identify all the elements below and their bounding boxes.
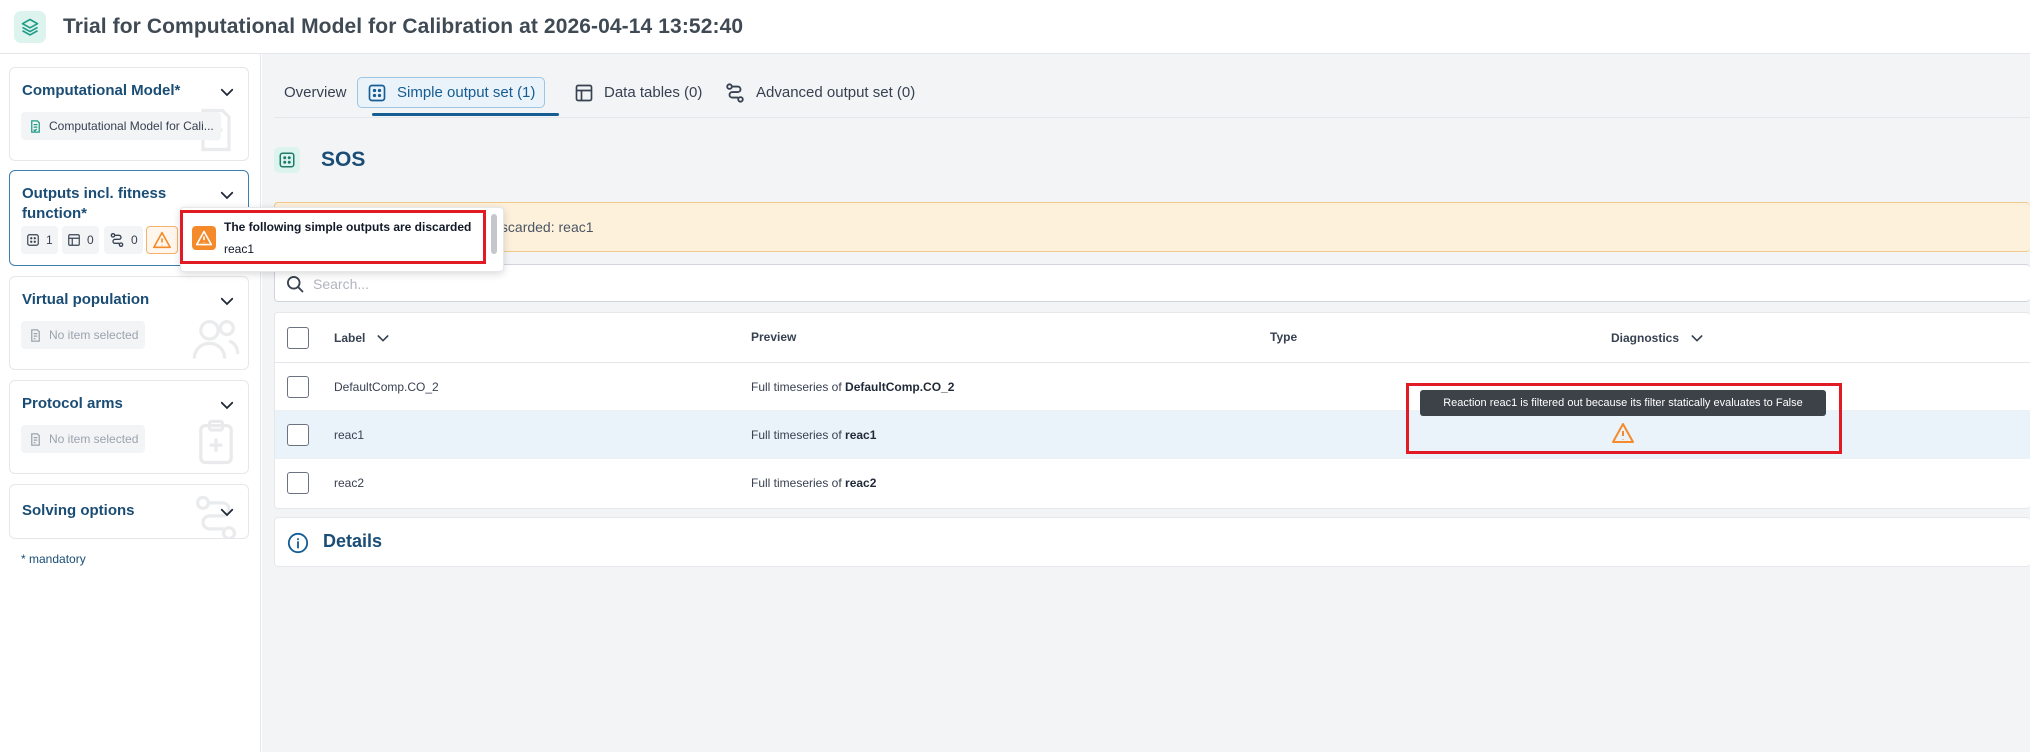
tab-data-tables[interactable]: Data tables (0) xyxy=(574,77,702,108)
row-checkbox[interactable] xyxy=(287,472,309,494)
selected-model-label: Computational Model for Cali... xyxy=(49,119,214,133)
chevron-down-icon[interactable] xyxy=(218,186,236,204)
column-header-label: Type xyxy=(1270,330,1298,344)
card-title: Virtual population xyxy=(22,291,150,308)
selected-model-chip[interactable]: Computational Model for Cali... xyxy=(21,112,221,140)
popover-scrollbar[interactable] xyxy=(491,214,497,254)
row-preview: Full timeseries of DefaultComp.CO_2 xyxy=(751,380,955,394)
route-icon xyxy=(726,82,744,103)
protocol-arms-card[interactable]: Protocol arms No item selected xyxy=(9,380,249,474)
table-icon xyxy=(68,234,80,246)
warning-banner: s are discarded: reac1 xyxy=(274,202,2030,252)
card-title: Outputs incl. fitness function* xyxy=(22,185,167,222)
document-icon xyxy=(31,432,40,446)
type-column-header: Type xyxy=(1270,330,1297,344)
card-title: Computational Model* xyxy=(22,82,181,99)
chevron-down-icon[interactable] xyxy=(375,330,391,346)
table-header: Label Preview Type Diagnostics xyxy=(275,313,2030,363)
warning-icon xyxy=(153,231,171,249)
tab-label: Data tables (0) xyxy=(604,84,703,101)
computational-model-card[interactable]: Computational Model* Computational Model… xyxy=(9,67,249,161)
advanced-output-count: 0 xyxy=(131,233,138,247)
tab-label: Simple output set (1) xyxy=(397,84,536,101)
clipboard-plus-icon xyxy=(199,419,233,465)
simple-output-count: 1 xyxy=(46,233,53,247)
route-icon xyxy=(195,495,237,538)
tab-overview[interactable]: Overview xyxy=(284,77,347,108)
layers-icon[interactable] xyxy=(14,10,46,43)
page-title: Trial for Computational Model for Calibr… xyxy=(63,14,744,38)
label-column-header[interactable]: Label xyxy=(334,330,391,346)
column-header-label: Preview xyxy=(751,330,797,344)
row-label: DefaultComp.CO_2 xyxy=(334,380,439,394)
column-header-label: Label xyxy=(334,331,366,345)
tab-advanced-output-set[interactable]: Advanced output set (0) xyxy=(724,77,915,108)
route-icon xyxy=(110,233,124,247)
column-header-label: Diagnostics xyxy=(1611,331,1680,345)
annotation-highlight-box xyxy=(1406,383,1842,454)
table-row[interactable]: reac2 Full timeseries of reac2 xyxy=(275,459,2030,507)
protocol-arms-empty-chip[interactable]: No item selected xyxy=(21,425,146,453)
data-table-count-chip[interactable]: 0 xyxy=(62,226,99,254)
virtual-population-empty-chip[interactable]: No item selected xyxy=(21,321,146,349)
section-title: SOS xyxy=(321,148,366,171)
row-checkbox[interactable] xyxy=(287,376,309,398)
card-title: Protocol arms xyxy=(22,395,123,412)
chevron-down-icon[interactable] xyxy=(218,83,236,101)
details-title: Details xyxy=(323,531,383,551)
virtual-population-card[interactable]: Virtual population No item selected xyxy=(9,276,249,370)
empty-label: No item selected xyxy=(49,432,139,446)
data-table-count: 0 xyxy=(87,233,94,247)
simple-output-count-chip[interactable]: 1 xyxy=(21,226,58,254)
app-header: Trial for Computational Model for Calibr… xyxy=(0,0,2030,54)
advanced-output-count-chip[interactable]: 0 xyxy=(104,226,143,254)
search-icon xyxy=(287,276,304,293)
document-icon xyxy=(31,328,40,342)
tab-label: Overview xyxy=(284,84,347,101)
row-label: reac1 xyxy=(334,428,365,442)
annotation-highlight-box xyxy=(180,210,486,264)
simple-output-icon xyxy=(27,234,39,246)
simple-output-icon xyxy=(368,84,386,101)
warning-chip[interactable] xyxy=(146,226,178,254)
solving-options-card[interactable]: Solving options xyxy=(9,484,249,539)
row-checkbox[interactable] xyxy=(287,424,309,446)
tab-label: Advanced output set (0) xyxy=(756,84,916,101)
search-box[interactable] xyxy=(274,264,2030,302)
chevron-down-icon[interactable] xyxy=(1689,330,1705,346)
section-header: SOS xyxy=(274,147,365,173)
users-icon xyxy=(192,320,240,359)
details-section[interactable]: Details xyxy=(274,517,2030,567)
diagnostics-column-header[interactable]: Diagnostics xyxy=(1611,330,1705,346)
info-icon xyxy=(287,532,309,554)
chevron-down-icon[interactable] xyxy=(218,292,236,310)
empty-label: No item selected xyxy=(49,328,139,342)
card-title: Solving options xyxy=(22,502,135,519)
active-tab-indicator xyxy=(372,113,559,116)
chevron-down-icon[interactable] xyxy=(218,396,236,414)
row-preview: Full timeseries of reac1 xyxy=(751,428,877,442)
tab-simple-output-set[interactable]: Simple output set (1) xyxy=(357,77,546,108)
document-check-icon xyxy=(31,119,40,133)
row-preview: Full timeseries of reac2 xyxy=(751,476,877,490)
preview-column-header: Preview xyxy=(751,330,796,344)
simple-output-icon xyxy=(274,147,300,173)
row-label: reac2 xyxy=(334,476,365,490)
table-icon xyxy=(575,84,593,101)
mandatory-note: * mandatory xyxy=(21,552,86,566)
search-input[interactable] xyxy=(313,271,813,297)
select-all-checkbox[interactable] xyxy=(287,327,309,349)
tabs-bar: Overview Simple output set (1) Data tabl… xyxy=(274,54,2030,118)
